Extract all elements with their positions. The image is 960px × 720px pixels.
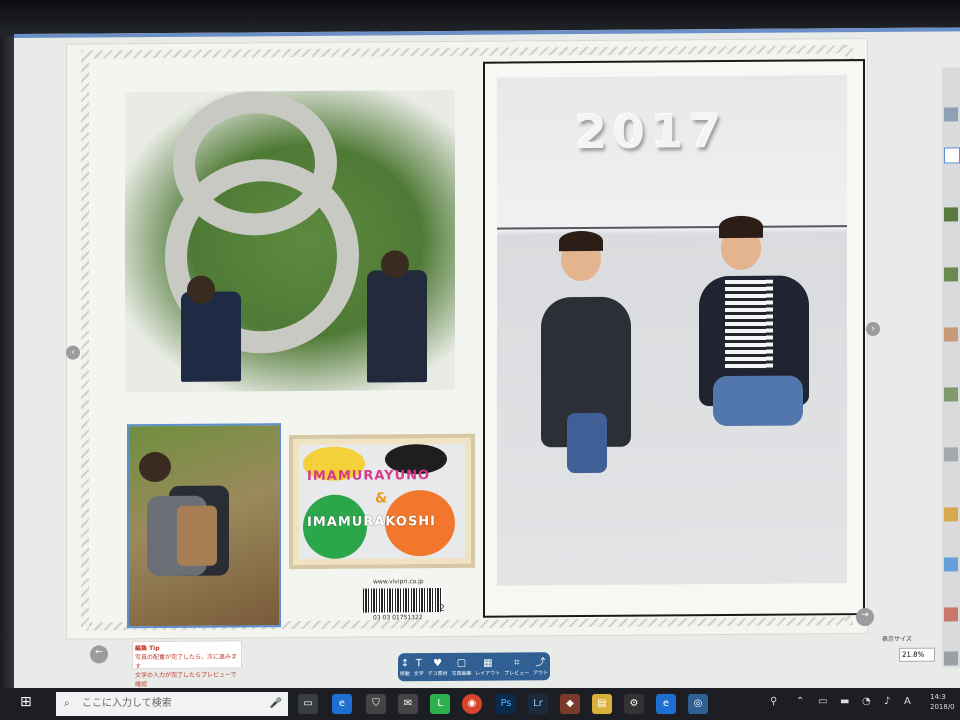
- craft-name-top: IMAMURAYUNO: [307, 468, 431, 484]
- photoshop-icon[interactable]: Ps: [496, 694, 516, 714]
- toolbar-layout-button[interactable]: ▦ レイアウト: [475, 657, 500, 676]
- kid-right-head: [381, 250, 409, 279]
- zoom-select[interactable]: 21.8%: [899, 647, 935, 662]
- windows-taskbar: ⊞ ⌕ ここに入力して検索 🎤 ▭ e ⛉ ✉ L ◉ Ps Lr ◆ ▤ ⚙ …: [0, 688, 960, 720]
- photobook-spread[interactable]: IMAMURAYUNO & IMAMURAKOSHI www.vivipri.c…: [66, 38, 868, 640]
- toolbar-photo-edit-button[interactable]: ▢ 写真編集: [451, 657, 471, 676]
- file-explorer-icon[interactable]: ▤: [592, 694, 612, 714]
- year-sign: 2017: [575, 104, 728, 160]
- tray-display-icon[interactable]: ▭: [818, 696, 827, 707]
- toolbar-deco-button[interactable]: ♥ デコ素材: [428, 657, 448, 677]
- page-thumbnail[interactable]: [944, 651, 958, 666]
- photo-sculpture-kids[interactable]: [125, 89, 455, 393]
- chrome-icon[interactable]: ◉: [462, 694, 482, 714]
- edit-tip-box: 編集 Tip 写真の配置が完了したら、次に進みます 文字の入力が完了したらプレビ…: [132, 640, 242, 688]
- boy-head: [139, 451, 171, 483]
- toolbar-out-button[interactable]: ⤴ アウト: [533, 657, 548, 676]
- page-thumbnail[interactable]: [944, 557, 958, 572]
- craft-background: IMAMURAYUNO & IMAMURAKOSHI: [299, 443, 465, 560]
- railing-line: [497, 225, 847, 230]
- kid-left: [181, 291, 241, 382]
- page-thumbnail[interactable]: [944, 447, 958, 462]
- layout-icon: ▦: [483, 657, 493, 669]
- toolbar-preview-button[interactable]: ⌗ プレビュー: [504, 657, 529, 676]
- decorative-border-left: [81, 50, 89, 631]
- people-icon[interactable]: ⚲: [770, 696, 777, 707]
- search-icon: ⌕: [64, 698, 70, 709]
- tip-line-2: 文字の入力が完了したらプレビューで確認: [135, 671, 237, 689]
- craft-ampersand: &: [375, 490, 389, 507]
- kid-left-head: [187, 275, 215, 304]
- export-icon: ⤴: [535, 656, 546, 668]
- app-icon[interactable]: ◆: [560, 694, 580, 714]
- spread-forward-icon[interactable]: →: [856, 607, 874, 627]
- clock-time: 14:3: [930, 693, 946, 701]
- preview-icon: ⌗: [513, 656, 520, 669]
- page-thumbnail[interactable]: [944, 387, 958, 402]
- page-thumbnail[interactable]: [944, 607, 958, 622]
- tip-line-1: 写真の配置が完了したら、次に進みます: [135, 653, 238, 671]
- url-text: www.vivipri.co.jp: [373, 578, 424, 586]
- photo-icon: ▢: [456, 657, 467, 669]
- decorative-border-top: [81, 45, 853, 59]
- toolbar-text-button[interactable]: T 文字: [414, 658, 424, 677]
- task-view-icon[interactable]: ▭: [298, 694, 318, 714]
- kid-right: [367, 270, 427, 383]
- photo-jumping-boys[interactable]: 2017: [497, 75, 847, 586]
- craft-name-bottom: IMAMURAKOSHI: [307, 514, 437, 530]
- page-thumbnail-panel[interactable]: [942, 67, 960, 668]
- network-icon[interactable]: ◔: [862, 696, 871, 707]
- photobook-app-icon[interactable]: ◎: [688, 694, 708, 714]
- store-icon[interactable]: ⛉: [366, 694, 386, 714]
- boy-right-jeans: [713, 375, 803, 427]
- microphone-icon[interactable]: 🎤: [270, 692, 282, 716]
- prev-page-arrow-icon[interactable]: ‹: [66, 345, 80, 360]
- ime-icon[interactable]: A: [904, 696, 911, 707]
- heart-icon: ♥: [433, 657, 443, 669]
- barcode: [363, 588, 443, 613]
- next-page-arrow-icon[interactable]: ›: [866, 321, 880, 337]
- internet-explorer-icon[interactable]: e: [656, 694, 676, 714]
- boy-left-hair: [559, 230, 603, 252]
- edit-toolbar: ↕ 移動 T 文字 ♥ デコ素材 ▢ 写真編集 ▦ レイアウト ⌗ プレビュー ⤴ アウト: [398, 652, 550, 682]
- page-number: 2: [439, 603, 445, 615]
- photobook-editor-window: IMAMURAYUNO & IMAMURAKOSHI www.vivipri.c…: [14, 27, 960, 698]
- boy-right-striped-shirt: [725, 279, 773, 371]
- settings-gear-icon[interactable]: ⚙: [624, 694, 644, 714]
- windows-start-icon[interactable]: ⊞: [20, 694, 46, 716]
- page-thumbnail[interactable]: [944, 507, 958, 522]
- page-thumbnail[interactable]: [944, 147, 960, 164]
- text-icon: T: [415, 657, 422, 669]
- volume-icon[interactable]: ♪: [884, 696, 890, 707]
- photo-name-craft[interactable]: IMAMURAYUNO & IMAMURAKOSHI: [289, 433, 475, 570]
- move-icon: ↕: [400, 657, 410, 669]
- search-placeholder: ここに入力して検索: [82, 698, 172, 709]
- lightroom-icon[interactable]: Lr: [528, 694, 548, 714]
- zoom-label: 表示サイズ: [882, 635, 912, 643]
- mail-icon[interactable]: ✉: [398, 694, 418, 714]
- boy-right-hair: [719, 215, 763, 239]
- taskbar-search-input[interactable]: ⌕ ここに入力して検索 🎤: [56, 692, 288, 716]
- toolbar-move-button[interactable]: ↕ 移動: [400, 658, 410, 677]
- page-thumbnail[interactable]: [944, 327, 958, 342]
- line-app-icon[interactable]: L: [430, 694, 450, 714]
- randoseru-flap: [177, 505, 217, 566]
- barcode-number: 03 03 01751322: [373, 614, 423, 622]
- clock-date: 2018/0: [930, 703, 955, 711]
- page-thumbnail[interactable]: [944, 107, 958, 122]
- page-thumbnail[interactable]: [944, 207, 958, 222]
- photo-schoolbag-boy[interactable]: [127, 423, 281, 629]
- taskbar-clock[interactable]: 14:3 2018/0: [930, 692, 955, 712]
- battery-icon[interactable]: ▬: [840, 696, 849, 707]
- spread-back-icon[interactable]: ←: [90, 645, 108, 664]
- edge-browser-icon[interactable]: e: [332, 694, 352, 714]
- boy-left-jeans: [567, 412, 607, 474]
- tray-chevron-up-icon[interactable]: ⌃: [796, 696, 804, 707]
- page-thumbnail[interactable]: [944, 267, 958, 282]
